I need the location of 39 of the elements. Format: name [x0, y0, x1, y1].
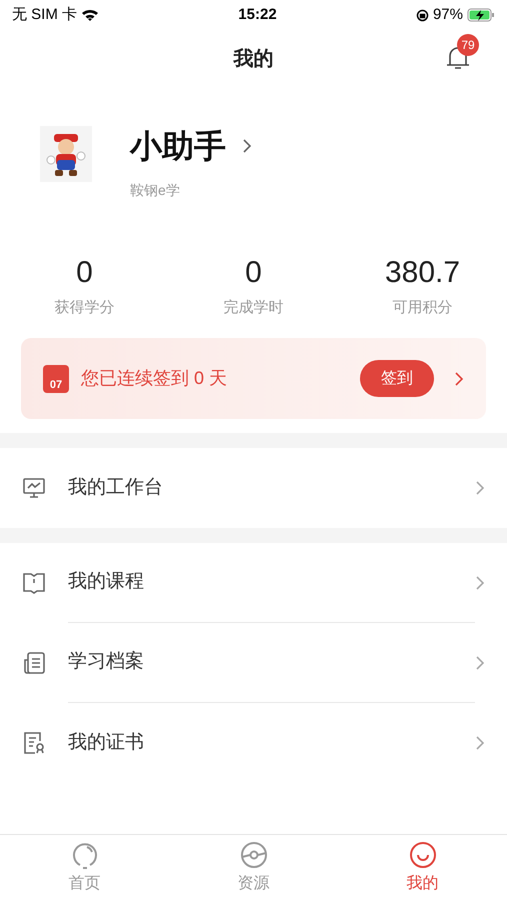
menu-label: 我的证书: [68, 730, 145, 755]
chevron-right-icon: [475, 655, 485, 671]
menu-label: 我的工作台: [68, 476, 164, 500]
stat-label: 完成学时: [224, 298, 284, 318]
battery-charging-icon: [466, 8, 495, 22]
stat-value: 0: [245, 255, 262, 291]
page-title: 我的: [234, 47, 274, 72]
carrier-text: 无 SIM 卡: [12, 4, 78, 25]
user-name[interactable]: 小助手: [130, 122, 226, 170]
tab-bar-item[interactable]: 我的: [338, 835, 507, 900]
chevron-right-icon: [475, 480, 485, 496]
checkin-streak-text: 您已连续签到 0 天: [81, 367, 228, 390]
stat-label: 获得学分: [54, 298, 114, 318]
chevron-right-icon: [475, 575, 485, 591]
stat-value: 0: [76, 255, 93, 291]
stat-value: 380.7: [384, 255, 460, 291]
resource-icon: [238, 840, 268, 870]
menu-item[interactable]: 我的证书: [0, 703, 507, 783]
stat-label: 可用积分: [392, 298, 452, 318]
menu-item[interactable]: 我的工作台: [0, 448, 507, 528]
monitor-icon: [21, 475, 47, 501]
chevron-right-icon: [454, 370, 464, 386]
wifi-icon: [81, 8, 100, 22]
battery-text: 97%: [432, 4, 463, 25]
menu-item[interactable]: 我的课程: [0, 543, 507, 623]
organization-text: 鞍钢e学: [130, 181, 181, 200]
chevron-right-icon: [242, 138, 252, 154]
chevron-right-icon: [475, 735, 485, 751]
menu-label: 我的课程: [68, 570, 145, 594]
menu-item[interactable]: 学习档案: [0, 623, 507, 703]
menu-label: 学习档案: [68, 650, 145, 674]
book-icon: [21, 570, 47, 596]
calendar-icon: 07: [43, 364, 69, 392]
checkin-button[interactable]: 签到: [360, 360, 434, 397]
clock-text: 15:22: [238, 4, 277, 25]
notification-badge: 79: [457, 34, 479, 56]
document-icon: [21, 650, 47, 676]
orientation-lock-icon: [416, 8, 429, 22]
smiley-icon: [408, 840, 438, 870]
